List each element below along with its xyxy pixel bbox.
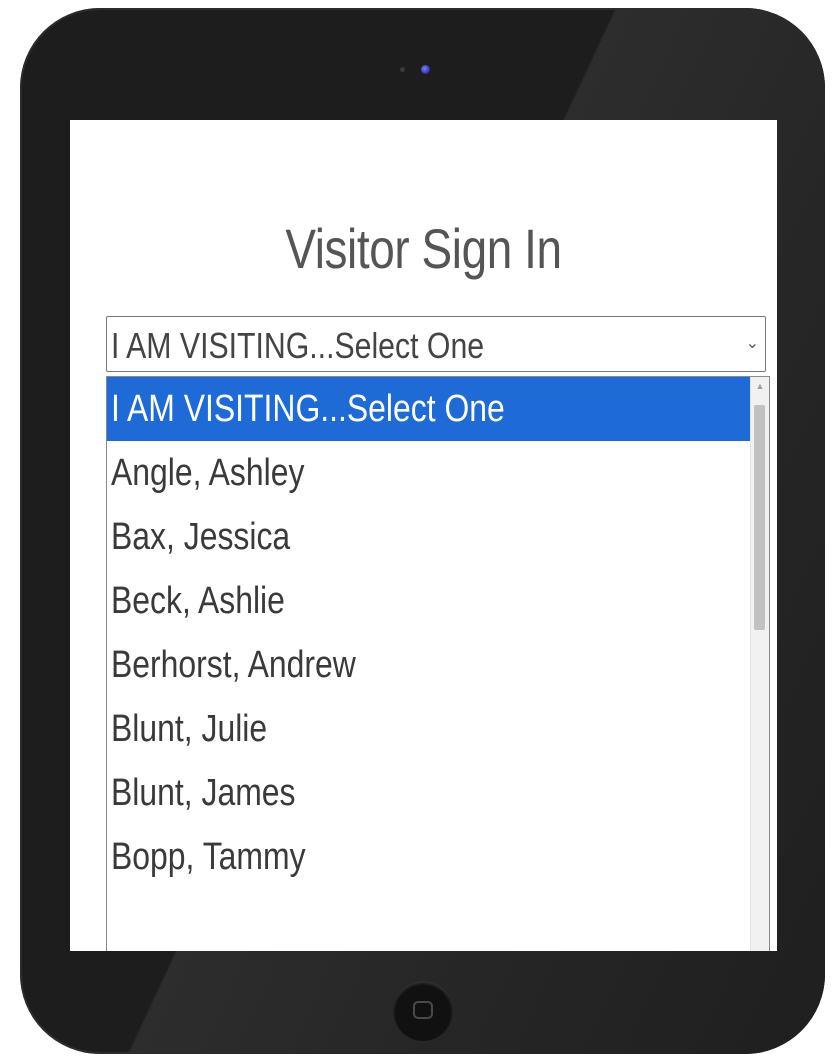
option-blunt-james[interactable]: Blunt, James xyxy=(107,761,751,825)
option-berhorst-andrew[interactable]: Berhorst, Andrew xyxy=(107,633,751,697)
option-select-one[interactable]: I AM VISITING...Select One xyxy=(107,377,751,441)
camera-icon xyxy=(421,65,430,74)
tablet-screen: Visitor Sign In I AM VISITING...Select O… xyxy=(70,120,777,951)
dropdown-scrollbar[interactable]: ▲ xyxy=(750,377,769,951)
scrollbar-thumb[interactable] xyxy=(754,405,765,630)
home-button[interactable] xyxy=(393,981,453,1041)
page-title: Visitor Sign In xyxy=(285,217,562,280)
visiting-dropdown-list[interactable]: I AM VISITING...Select One Angle, Ashley… xyxy=(106,376,770,951)
option-beck-ashlie[interactable]: Beck, Ashlie xyxy=(107,569,751,633)
scroll-up-arrow-icon[interactable]: ▲ xyxy=(751,381,769,391)
option-bopp-tammy[interactable]: Bopp, Tammy xyxy=(107,825,751,889)
visiting-select[interactable]: I AM VISITING...Select One ⌄ xyxy=(106,316,766,372)
visiting-select-value: I AM VISITING...Select One xyxy=(111,325,485,366)
home-square-icon xyxy=(413,1001,433,1019)
tablet-frame: Visitor Sign In I AM VISITING...Select O… xyxy=(20,8,825,1054)
option-bax-jessica[interactable]: Bax, Jessica xyxy=(107,505,751,569)
sensor-icon xyxy=(400,67,405,72)
option-blunt-julie[interactable]: Blunt, Julie xyxy=(107,697,751,761)
chevron-down-icon[interactable]: ⌄ xyxy=(746,333,759,353)
option-angle-ashley[interactable]: Angle, Ashley xyxy=(107,441,751,505)
